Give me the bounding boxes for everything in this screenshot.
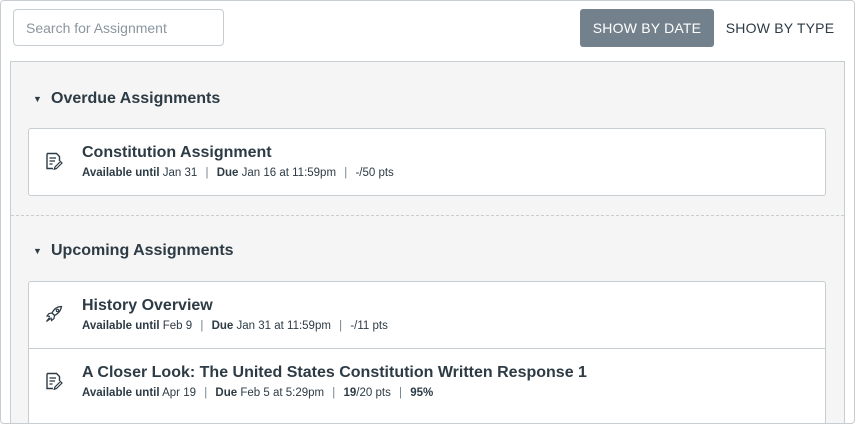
points: -/50 pts [355,167,394,179]
assignment-icon [46,372,63,390]
due-date: Jan 31 at 11:59pm [236,320,331,332]
group-divider [11,215,844,216]
available-date: Jan 31 [162,167,198,179]
points: /20 pts [356,387,391,399]
assignments-page: SHOW BY DATE SHOW BY TYPE ▼ Overdue Assi… [0,0,855,424]
score: 19 [343,387,357,399]
quiz-rocket-icon [45,305,63,322]
caret-down-icon: ▼ [33,246,42,256]
available-date: Feb 9 [162,320,193,332]
assignment-row[interactable]: History Overview Available until Feb 9 |… [29,282,825,348]
toolbar: SHOW BY DATE SHOW BY TYPE [1,1,854,61]
available-label: Available until [82,167,160,179]
assignment-icon [46,152,63,170]
assignment-list-overdue: Constitution Assignment Available until … [28,128,826,196]
assignment-meta: Available until Jan 31 | Due Jan 16 at 1… [82,167,394,179]
due-label: Due [215,387,238,399]
percent-score: 95% [410,387,434,399]
group-toggle-upcoming[interactable]: ▼ Upcoming Assignments [11,233,844,269]
assignment-row[interactable]: A Closer Look: The United States Constit… [29,348,825,414]
assignment-title[interactable]: A Closer Look: The United States Constit… [82,364,587,382]
caret-down-icon: ▼ [33,94,42,104]
assignment-title[interactable]: Constitution Assignment [82,144,272,162]
group-title: Overdue Assignments [51,90,221,107]
due-label: Due [211,320,234,332]
assignment-groups: ▼ Overdue Assignments Constitution Assig… [10,61,845,423]
group-title: Upcoming Assignments [51,242,234,259]
search-input[interactable] [13,9,224,46]
available-label: Available until [82,387,160,399]
assignment-row[interactable]: Constitution Assignment Available until … [29,129,825,195]
group-toggle-overdue[interactable]: ▼ Overdue Assignments [11,81,844,117]
points: -/11 pts [350,320,388,332]
show-by-date-button[interactable]: SHOW BY DATE [580,9,714,47]
due-label: Due [216,167,239,179]
assignment-list-upcoming: History Overview Available until Feb 9 |… [28,281,826,423]
show-by-type-button[interactable]: SHOW BY TYPE [718,9,842,47]
available-label: Available until [82,320,160,332]
due-date: Jan 16 at 11:59pm [241,167,337,179]
due-date: Feb 5 at 5:29pm [240,387,325,399]
assignment-meta: Available until Feb 9 | Due Jan 31 at 11… [82,320,388,332]
assignment-meta: Available until Apr 19 | Due Feb 5 at 5:… [82,387,434,399]
assignment-title[interactable]: History Overview [82,297,213,315]
available-date: Apr 19 [162,387,196,399]
